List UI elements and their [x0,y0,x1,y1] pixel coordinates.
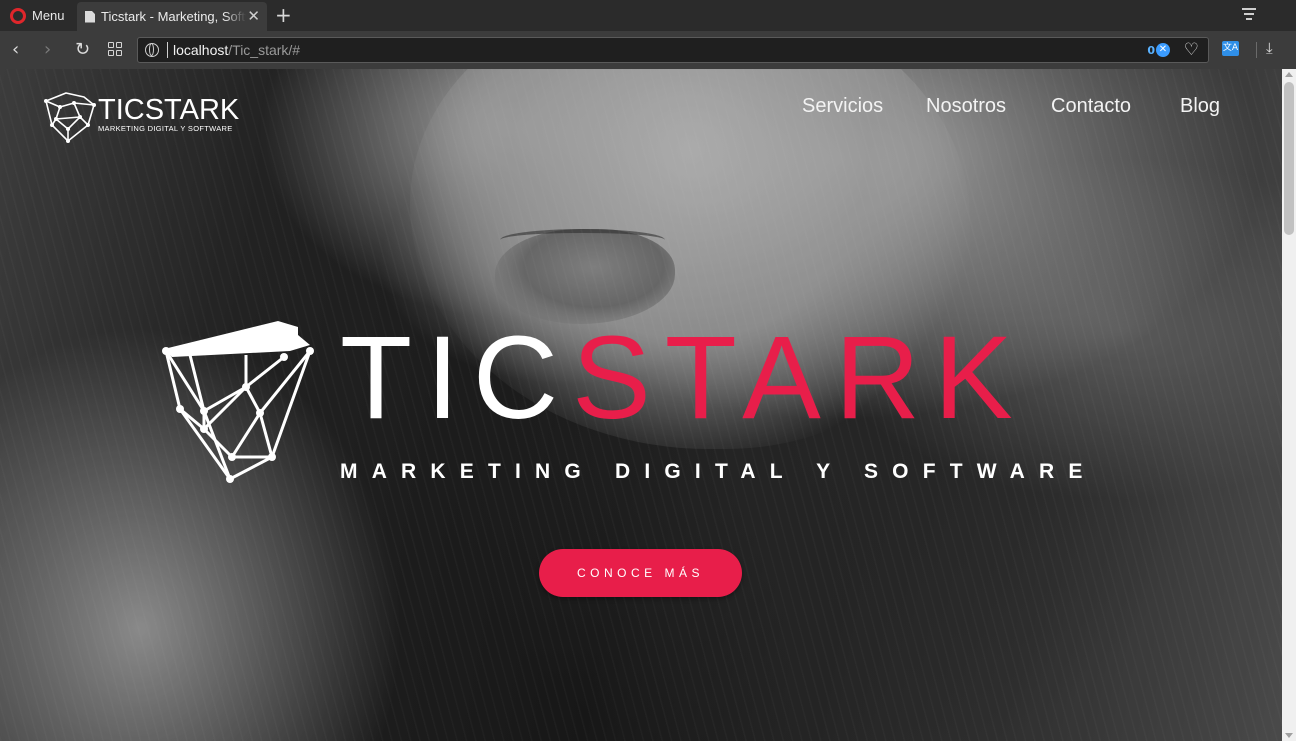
hero-subtitle: MARKETING DIGITAL Y SOFTWARE [340,460,1097,483]
nav-blog[interactable]: Blog [1180,95,1220,118]
globe-icon [145,43,159,57]
url-path: /Tic_stark/# [228,42,301,58]
hero-title: TICSTARK [340,313,1027,443]
nav-nosotros[interactable]: Nosotros [926,95,1006,118]
url-text[interactable]: localhost/Tic_stark/# [167,42,300,58]
scroll-thumb[interactable] [1284,82,1294,235]
hero-logo-mark-icon [162,321,314,483]
url-host: localhost [173,42,229,58]
new-tab-button[interactable]: + [275,4,292,26]
close-icon[interactable]: ✕ [247,8,260,24]
conoce-mas-button[interactable]: CONOCE MÁS [539,549,742,597]
toolbar-divider [1256,42,1257,58]
translate-icon[interactable]: 文A [1222,41,1239,56]
adblock-button[interactable]: 0 ✕ [1147,43,1170,57]
page-scrollbar[interactable] [1282,69,1296,741]
opera-logo-icon [10,7,26,24]
hero-title-stark: STARK [572,312,1027,444]
logo-tagline: MARKETING DIGITAL Y SOFTWARE [98,124,233,133]
logo-wordmark: TICSTARK [98,94,240,126]
tab-active[interactable]: Ticstark - Marketing, Software ✕ [77,2,267,31]
address-toolbar: ‹ › ↻ localhost/Tic_stark/# 0 ✕ ♡ 文A ⤓ [0,31,1296,69]
back-icon[interactable]: ‹ [12,40,19,60]
page-viewport: TICSTARK MARKETING DIGITAL Y SOFTWARE Se… [0,69,1282,741]
reload-icon[interactable]: ↻ [75,40,90,60]
document-icon [85,10,95,23]
download-icon[interactable]: ⤓ [1266,39,1273,57]
speed-dial-icon[interactable] [108,42,122,56]
ticstark-mark-icon [44,92,96,143]
nav-contacto[interactable]: Contacto [1051,95,1131,118]
hero-title-tic: TIC [340,312,573,444]
scroll-up-icon[interactable] [1285,72,1293,77]
scroll-down-icon[interactable] [1285,733,1293,738]
opera-menu-button[interactable]: Menu [6,4,69,27]
address-bar[interactable]: localhost/Tic_stark/# 0 ✕ ♡ [137,37,1209,63]
site-logo[interactable]: TICSTARK MARKETING DIGITAL Y SOFTWARE [44,89,239,143]
forward-icon[interactable]: › [44,40,51,60]
menu-label: Menu [32,8,65,23]
heart-icon[interactable]: ♡ [1184,40,1199,60]
tab-menu-icon[interactable] [1242,8,1256,23]
tab-title: Ticstark - Marketing, Software [101,9,246,24]
adblock-count: 0 [1147,43,1155,57]
tab-bar: Menu Ticstark - Marketing, Software ✕ + [0,0,1296,31]
adblock-icon: ✕ [1156,43,1170,57]
nav-servicios[interactable]: Servicios [802,95,883,118]
